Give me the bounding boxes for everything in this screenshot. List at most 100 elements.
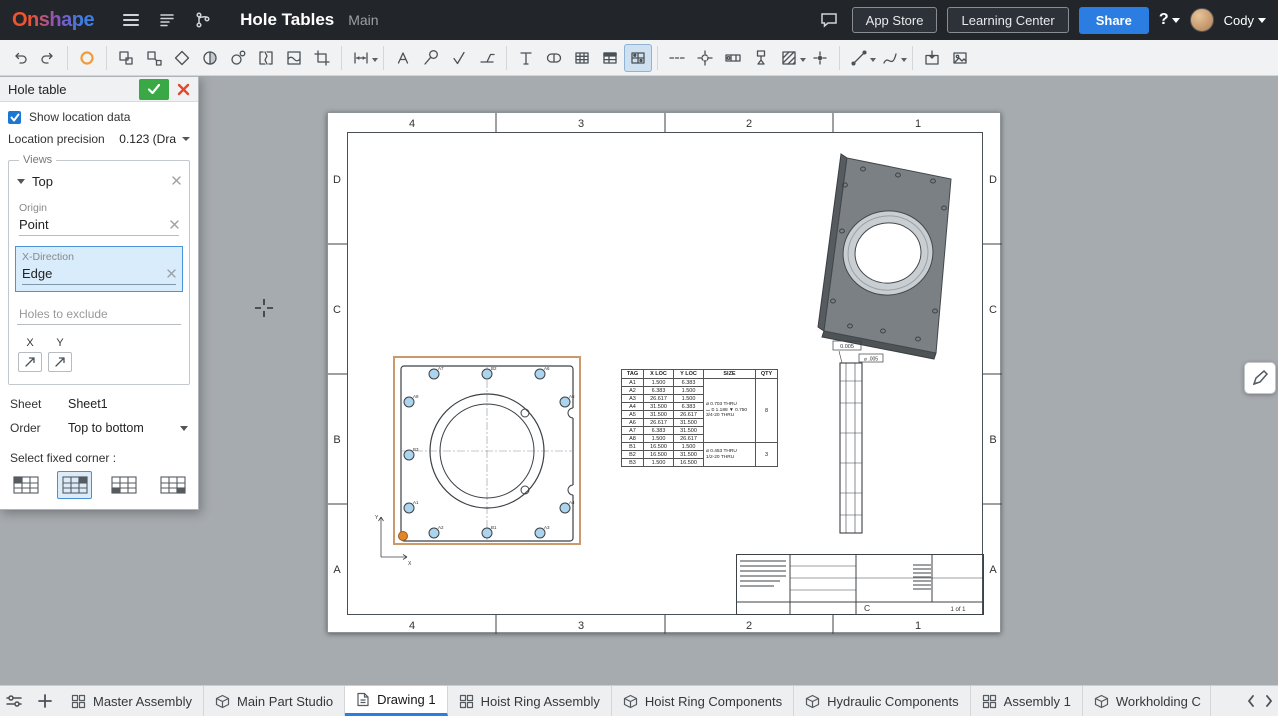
- hamburger-menu-icon[interactable]: [118, 7, 144, 33]
- sheet-hole-table[interactable]: TAG X LOC Y LOC SIZE QTY A11.5006.383⌀ 0…: [621, 369, 778, 467]
- fixed-corner-bottom-right-button[interactable]: [155, 471, 190, 499]
- holes-to-exclude-input[interactable]: [17, 304, 181, 325]
- tab-main-part-studio[interactable]: Main Part Studio: [204, 686, 345, 716]
- tab-manager-icon[interactable]: [0, 686, 30, 716]
- front-view[interactable]: A1 A2 A3 A4 A5 A6 A7 A8 B1 B2 B3: [375, 357, 580, 567]
- help-menu[interactable]: ?: [1159, 11, 1180, 29]
- isometric-view[interactable]: [818, 154, 951, 359]
- flip-x-direction-button[interactable]: [18, 352, 42, 372]
- location-precision-select[interactable]: 0.123 (Dra: [119, 132, 190, 146]
- side-view[interactable]: 0.005 ⌀ .005: [833, 341, 883, 533]
- x-direction-selection[interactable]: Edge: [22, 266, 176, 285]
- user-avatar[interactable]: [1190, 8, 1214, 32]
- close-dialog-button[interactable]: [177, 83, 190, 96]
- dimension-button[interactable]: [347, 44, 375, 72]
- show-location-checkbox[interactable]: [8, 111, 21, 124]
- x-direction-field: X-Direction Edge: [15, 246, 183, 292]
- table-button[interactable]: [568, 44, 596, 72]
- hole-size-callout: ⌀ 0.703 THRU ⌴ ⌀ 1.188 ▼ 0.750 3/4-20 TH…: [704, 379, 756, 443]
- weld-symbol-button[interactable]: [473, 44, 501, 72]
- inspection-symbol-button[interactable]: [540, 44, 568, 72]
- hole-table-header: X LOC: [644, 370, 674, 379]
- text-button[interactable]: [512, 44, 540, 72]
- geometric-tolerance-button[interactable]: [719, 44, 747, 72]
- fixed-corner-top-right-button[interactable]: [57, 471, 92, 499]
- detail-view-button[interactable]: [224, 44, 252, 72]
- zone-label: 3: [578, 118, 584, 130]
- export-dxf-dwg-button[interactable]: [918, 44, 946, 72]
- learning-center-button[interactable]: Learning Center: [947, 7, 1068, 33]
- insert-view-button[interactable]: [112, 44, 140, 72]
- new-tab-button[interactable]: [30, 686, 60, 716]
- zone-label: B: [989, 434, 996, 446]
- tab-hoist-ring-assembly[interactable]: Hoist Ring Assembly: [448, 686, 612, 716]
- confirm-button[interactable]: [139, 79, 169, 100]
- tab-master-assembly[interactable]: Master Assembly: [60, 686, 204, 716]
- fixed-corner-bottom-left-button[interactable]: [106, 471, 141, 499]
- undo-button[interactable]: [6, 44, 34, 72]
- zone-label: 4: [409, 620, 415, 632]
- scroll-tabs-left-button[interactable]: [1242, 694, 1260, 708]
- workspace-name[interactable]: Main: [348, 12, 378, 28]
- markup-tool-button[interactable]: [1244, 362, 1276, 394]
- x-direction-label: X-Direction: [22, 251, 176, 263]
- fixed-corner-top-left-button[interactable]: [8, 471, 43, 499]
- app-store-button[interactable]: App Store: [852, 7, 938, 33]
- point-button[interactable]: [806, 44, 834, 72]
- insert-image-button[interactable]: [946, 44, 974, 72]
- datum-button[interactable]: [747, 44, 775, 72]
- crop-view-button[interactable]: [308, 44, 336, 72]
- dimension-menu-caret[interactable]: [372, 49, 378, 67]
- break-out-section-button[interactable]: [280, 44, 308, 72]
- update-drawing-button[interactable]: [73, 44, 101, 72]
- scroll-tabs-right-button[interactable]: [1260, 694, 1278, 708]
- hole-table-button[interactable]: [624, 44, 652, 72]
- fixed-corner-label: Select fixed corner :: [10, 451, 188, 465]
- chevron-down-icon: [1258, 18, 1266, 23]
- hatch-button[interactable]: [775, 44, 803, 72]
- spline-tool-button[interactable]: [876, 44, 904, 72]
- broken-view-button[interactable]: [252, 44, 280, 72]
- flip-y-direction-button[interactable]: [48, 352, 72, 372]
- section-view-button[interactable]: [196, 44, 224, 72]
- sheet-value: Sheet1: [68, 397, 108, 411]
- zone-label: B: [333, 434, 340, 446]
- user-menu[interactable]: Cody: [1224, 13, 1266, 28]
- spline-menu-caret[interactable]: [901, 49, 907, 67]
- chevron-down-icon[interactable]: [17, 179, 25, 184]
- tab-workholding[interactable]: Workholding C: [1083, 686, 1211, 716]
- chevron-down-icon: [1172, 18, 1180, 23]
- versions-icon[interactable]: [190, 7, 216, 33]
- order-select[interactable]: Top to bottom: [68, 421, 188, 435]
- feedback-chat-icon[interactable]: [816, 7, 842, 33]
- clear-x-direction-button[interactable]: [167, 267, 176, 281]
- tab-assembly-1[interactable]: Assembly 1: [971, 686, 1083, 716]
- tab-drawing-1[interactable]: Drawing 1: [345, 686, 448, 716]
- drawing-sheet[interactable]: 4 3 2 1 4 3 2 1 D C B A D C B A: [327, 112, 1001, 633]
- tab-hoist-ring-components[interactable]: Hoist Ring Components: [612, 686, 794, 716]
- drawing-canvas[interactable]: 4 3 2 1 4 3 2 1 D C B A D C B A: [0, 76, 1278, 685]
- origin-selection[interactable]: Point: [19, 217, 179, 236]
- onshape-logo[interactable]: Onshape: [12, 9, 94, 32]
- document-panel-icon[interactable]: [154, 7, 180, 33]
- hole-table-header: QTY: [756, 370, 778, 379]
- origin-point[interactable]: [399, 532, 408, 541]
- center-mark-button[interactable]: [691, 44, 719, 72]
- tab-hydraulic-components[interactable]: Hydraulic Components: [794, 686, 971, 716]
- crosshair-cursor: [254, 298, 274, 318]
- bom-table-button[interactable]: [596, 44, 624, 72]
- centerline-button[interactable]: [663, 44, 691, 72]
- remove-view-button[interactable]: [172, 174, 181, 188]
- share-button[interactable]: Share: [1079, 7, 1149, 34]
- projected-view-button[interactable]: [140, 44, 168, 72]
- origin-label: Origin: [19, 202, 179, 214]
- note-button[interactable]: [389, 44, 417, 72]
- view-item[interactable]: Top: [17, 170, 181, 192]
- surface-finish-button[interactable]: [445, 44, 473, 72]
- line-tool-button[interactable]: [845, 44, 873, 72]
- clear-origin-button[interactable]: [170, 218, 179, 232]
- assembly-icon: [459, 694, 474, 709]
- balloon-button[interactable]: [417, 44, 445, 72]
- redo-button[interactable]: [34, 44, 62, 72]
- auxiliary-view-button[interactable]: [168, 44, 196, 72]
